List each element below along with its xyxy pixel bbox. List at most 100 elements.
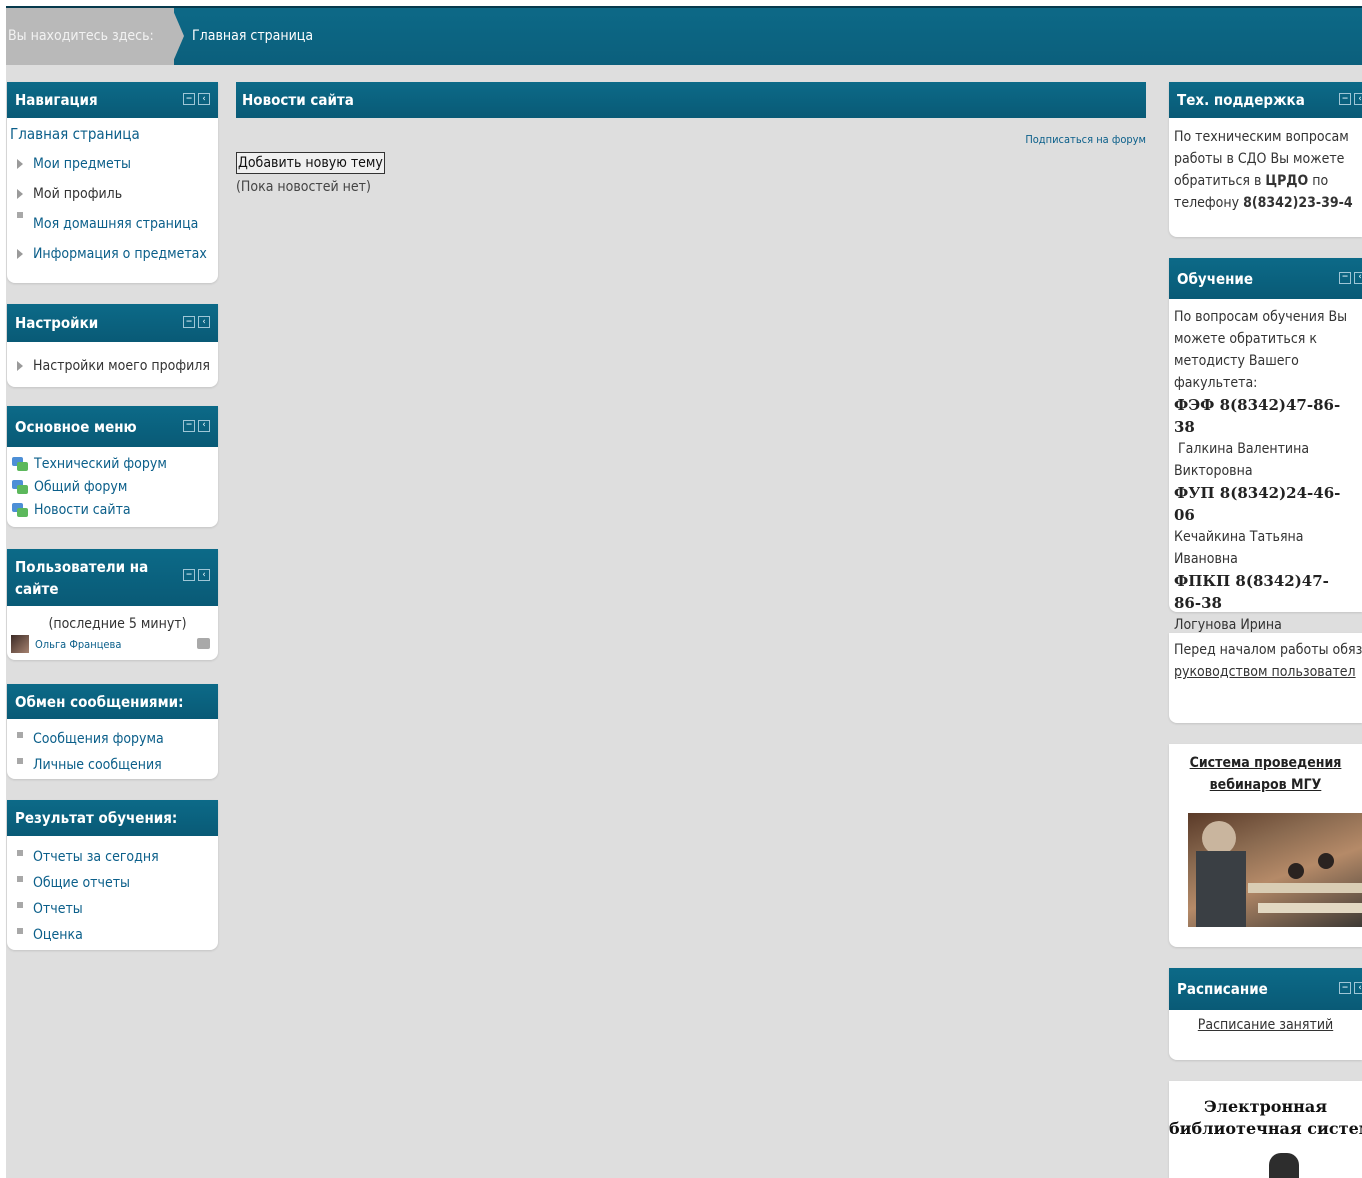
learning-item-reports[interactable]: Отчеты (7, 896, 218, 922)
online-users-title-line1: Пользователи на (15, 557, 149, 576)
education-intro: По вопросам обучения Вы можете обратитьс… (1174, 309, 1348, 391)
collapse-icon[interactable]: − (183, 93, 195, 105)
collapse-icon[interactable]: − (183, 569, 195, 581)
collapse-icon[interactable]: − (183, 316, 195, 328)
bullet-icon (17, 876, 23, 882)
learning-item-label: Общие отчеты (33, 875, 130, 891)
manual-text: Перед началом работы обязательно ознаком… (1174, 642, 1362, 658)
settings-item-profile[interactable]: Настройки моего профиля (7, 351, 218, 381)
settings-block-title: Настройки (15, 314, 99, 332)
schedule-block-header: Расписание − ‹ (1169, 968, 1362, 1010)
expand-arrow-icon (17, 361, 23, 371)
education-phone-fef: ФЭФ 8(8342)47-86-38 (1174, 396, 1341, 436)
education-person-fup: Кечайкина Татьяна Ивановна (1174, 529, 1304, 567)
learning-item-label: Отчеты (33, 901, 83, 917)
learning-item-today[interactable]: Отчеты за сегодня (7, 844, 218, 870)
collapse-icon[interactable]: − (1339, 93, 1351, 105)
online-users-block: Пользователи на сайте − ‹ (последние 5 мин… (7, 549, 218, 660)
learning-item-general[interactable]: Общие отчеты (7, 870, 218, 896)
messaging-item-forum[interactable]: Сообщения форума (7, 726, 218, 752)
online-users-block-header: Пользователи на сайте − ‹ (7, 549, 218, 606)
main-menu-block-title: Основное меню (15, 417, 137, 436)
schedule-block: Расписание − ‹ Расписание занятий (1169, 968, 1362, 1060)
collapse-icon[interactable]: − (1339, 982, 1351, 994)
message-icon[interactable] (197, 638, 210, 649)
collapse-icon[interactable]: − (1339, 271, 1351, 284)
bullet-icon (17, 758, 23, 764)
education-person-fef: Галкина Валентина Викторовна (1174, 441, 1314, 479)
online-user-row[interactable]: Ольга Францева (7, 635, 218, 655)
collapse-icon[interactable]: − (183, 419, 195, 432)
navigation-home-link[interactable]: Главная страница (7, 119, 218, 149)
main-menu-item-label: Новости сайта (34, 502, 131, 518)
breadcrumb-home-link[interactable]: Главная страница (192, 8, 313, 65)
navigation-block-header: Навигация − ‹ (7, 82, 218, 118)
messaging-block-header: Обмен сообщениями: (7, 684, 218, 719)
breadcrumb-here-label: Вы находитесь здесь: (6, 8, 174, 65)
online-users-period: (последние 5 минут) (48, 616, 187, 632)
messaging-block-title: Обмен сообщениями: (15, 692, 184, 711)
navigation-block-title: Навигация (15, 91, 98, 109)
dock-icon[interactable]: ‹ (1354, 271, 1362, 284)
messaging-item-private[interactable]: Личные сообщения (7, 752, 218, 778)
learning-item-label: Отчеты за сегодня (33, 849, 159, 865)
main-menu-item-general-forum[interactable]: Общий форум (12, 476, 218, 499)
nav-item-my-profile[interactable]: Мой профиль (7, 179, 218, 209)
support-phone: 8(8342)23-39-4 (1243, 195, 1353, 211)
manual-block: Перед началом работы обязательно ознаком… (1169, 633, 1362, 723)
library-title-line2: библиотечная систем (1169, 1119, 1362, 1138)
support-block: Тех. поддержка − ‹ По техническим вопроса… (1169, 82, 1362, 237)
dock-icon[interactable]: ‹ (198, 316, 210, 328)
manual-link[interactable]: руководством пользовател (1174, 661, 1362, 683)
navigation-block: Навигация − ‹ Главная страница Мои предме… (7, 82, 218, 283)
messaging-item-label: Сообщения форума (33, 731, 164, 747)
learning-result-block-header: Результат обучения: (7, 800, 218, 836)
add-topic-button[interactable]: Добавить новую тему (236, 152, 385, 174)
bullet-icon (17, 732, 23, 738)
main-menu-item-tech-forum[interactable]: Технический форум (12, 453, 218, 476)
expand-arrow-icon (17, 159, 23, 169)
main-menu-block: Основное меню − ‹ Технический форум Общий… (7, 406, 218, 527)
nav-item-my-home[interactable]: Моя домашняя страница (7, 209, 218, 239)
webinar-link[interactable]: Система проведения вебинаров МГУ (1169, 744, 1362, 796)
expand-arrow-icon (17, 249, 23, 259)
subscribe-forum-link[interactable]: Подписаться на форум (1025, 133, 1146, 146)
messaging-item-label: Личные сообщения (33, 757, 162, 773)
settings-block-header: Настройки − ‹ (7, 304, 218, 342)
schedule-link[interactable]: Расписание занятий (1169, 1017, 1362, 1033)
library-logo-icon (1269, 1153, 1299, 1178)
bullet-icon (17, 928, 23, 934)
webinar-title-line2: вебинаров МГУ (1209, 777, 1322, 793)
dock-icon[interactable]: ‹ (198, 93, 210, 105)
education-block: Обучение − ‹ По вопросам обучения Вы може… (1169, 258, 1362, 655)
support-block-title: Тех. поддержка (1177, 91, 1305, 109)
nav-item-label: Моя домашняя страница (33, 216, 199, 232)
schedule-block-title: Расписание (1177, 980, 1268, 998)
webinar-block: Система проведения вебинаров МГУ (1169, 744, 1362, 947)
main-menu-item-site-news[interactable]: Новости сайта (12, 499, 218, 522)
support-org: ЦРДО (1265, 173, 1309, 189)
online-user-name: Ольга Францева (35, 637, 122, 651)
dock-icon[interactable]: ‹ (1354, 982, 1362, 994)
dock-icon[interactable]: ‹ (198, 569, 210, 581)
settings-item-label: Настройки моего профиля (33, 358, 210, 374)
learning-item-grade[interactable]: Оценка (7, 922, 218, 948)
library-link[interactable]: Электронная библиотечная систем (1169, 1081, 1362, 1140)
breadcrumb: Вы находитесь здесь: Главная страница (6, 6, 1362, 65)
main-menu-block-header: Основное меню − ‹ (7, 406, 218, 447)
dock-icon[interactable]: ‹ (1354, 93, 1362, 105)
left-edge (0, 0, 6, 1178)
forum-icon (12, 457, 28, 471)
dock-icon[interactable]: ‹ (198, 419, 210, 432)
nav-item-my-courses[interactable]: Мои предметы (7, 149, 218, 179)
expand-arrow-icon (17, 189, 23, 199)
nav-item-course-info[interactable]: Информация о предметах (7, 239, 218, 269)
forum-icon (12, 480, 28, 494)
support-text: По техническим вопросам работы в СДО Вы … (1169, 118, 1362, 214)
library-title-line1: Электронная (1203, 1097, 1328, 1116)
education-block-title: Обучение (1177, 269, 1254, 288)
news-header: Новости сайта (236, 82, 1146, 118)
webinar-photo[interactable] (1188, 813, 1362, 927)
messaging-block: Обмен сообщениями: Сообщения форума Личн… (7, 684, 218, 779)
avatar (11, 635, 29, 653)
